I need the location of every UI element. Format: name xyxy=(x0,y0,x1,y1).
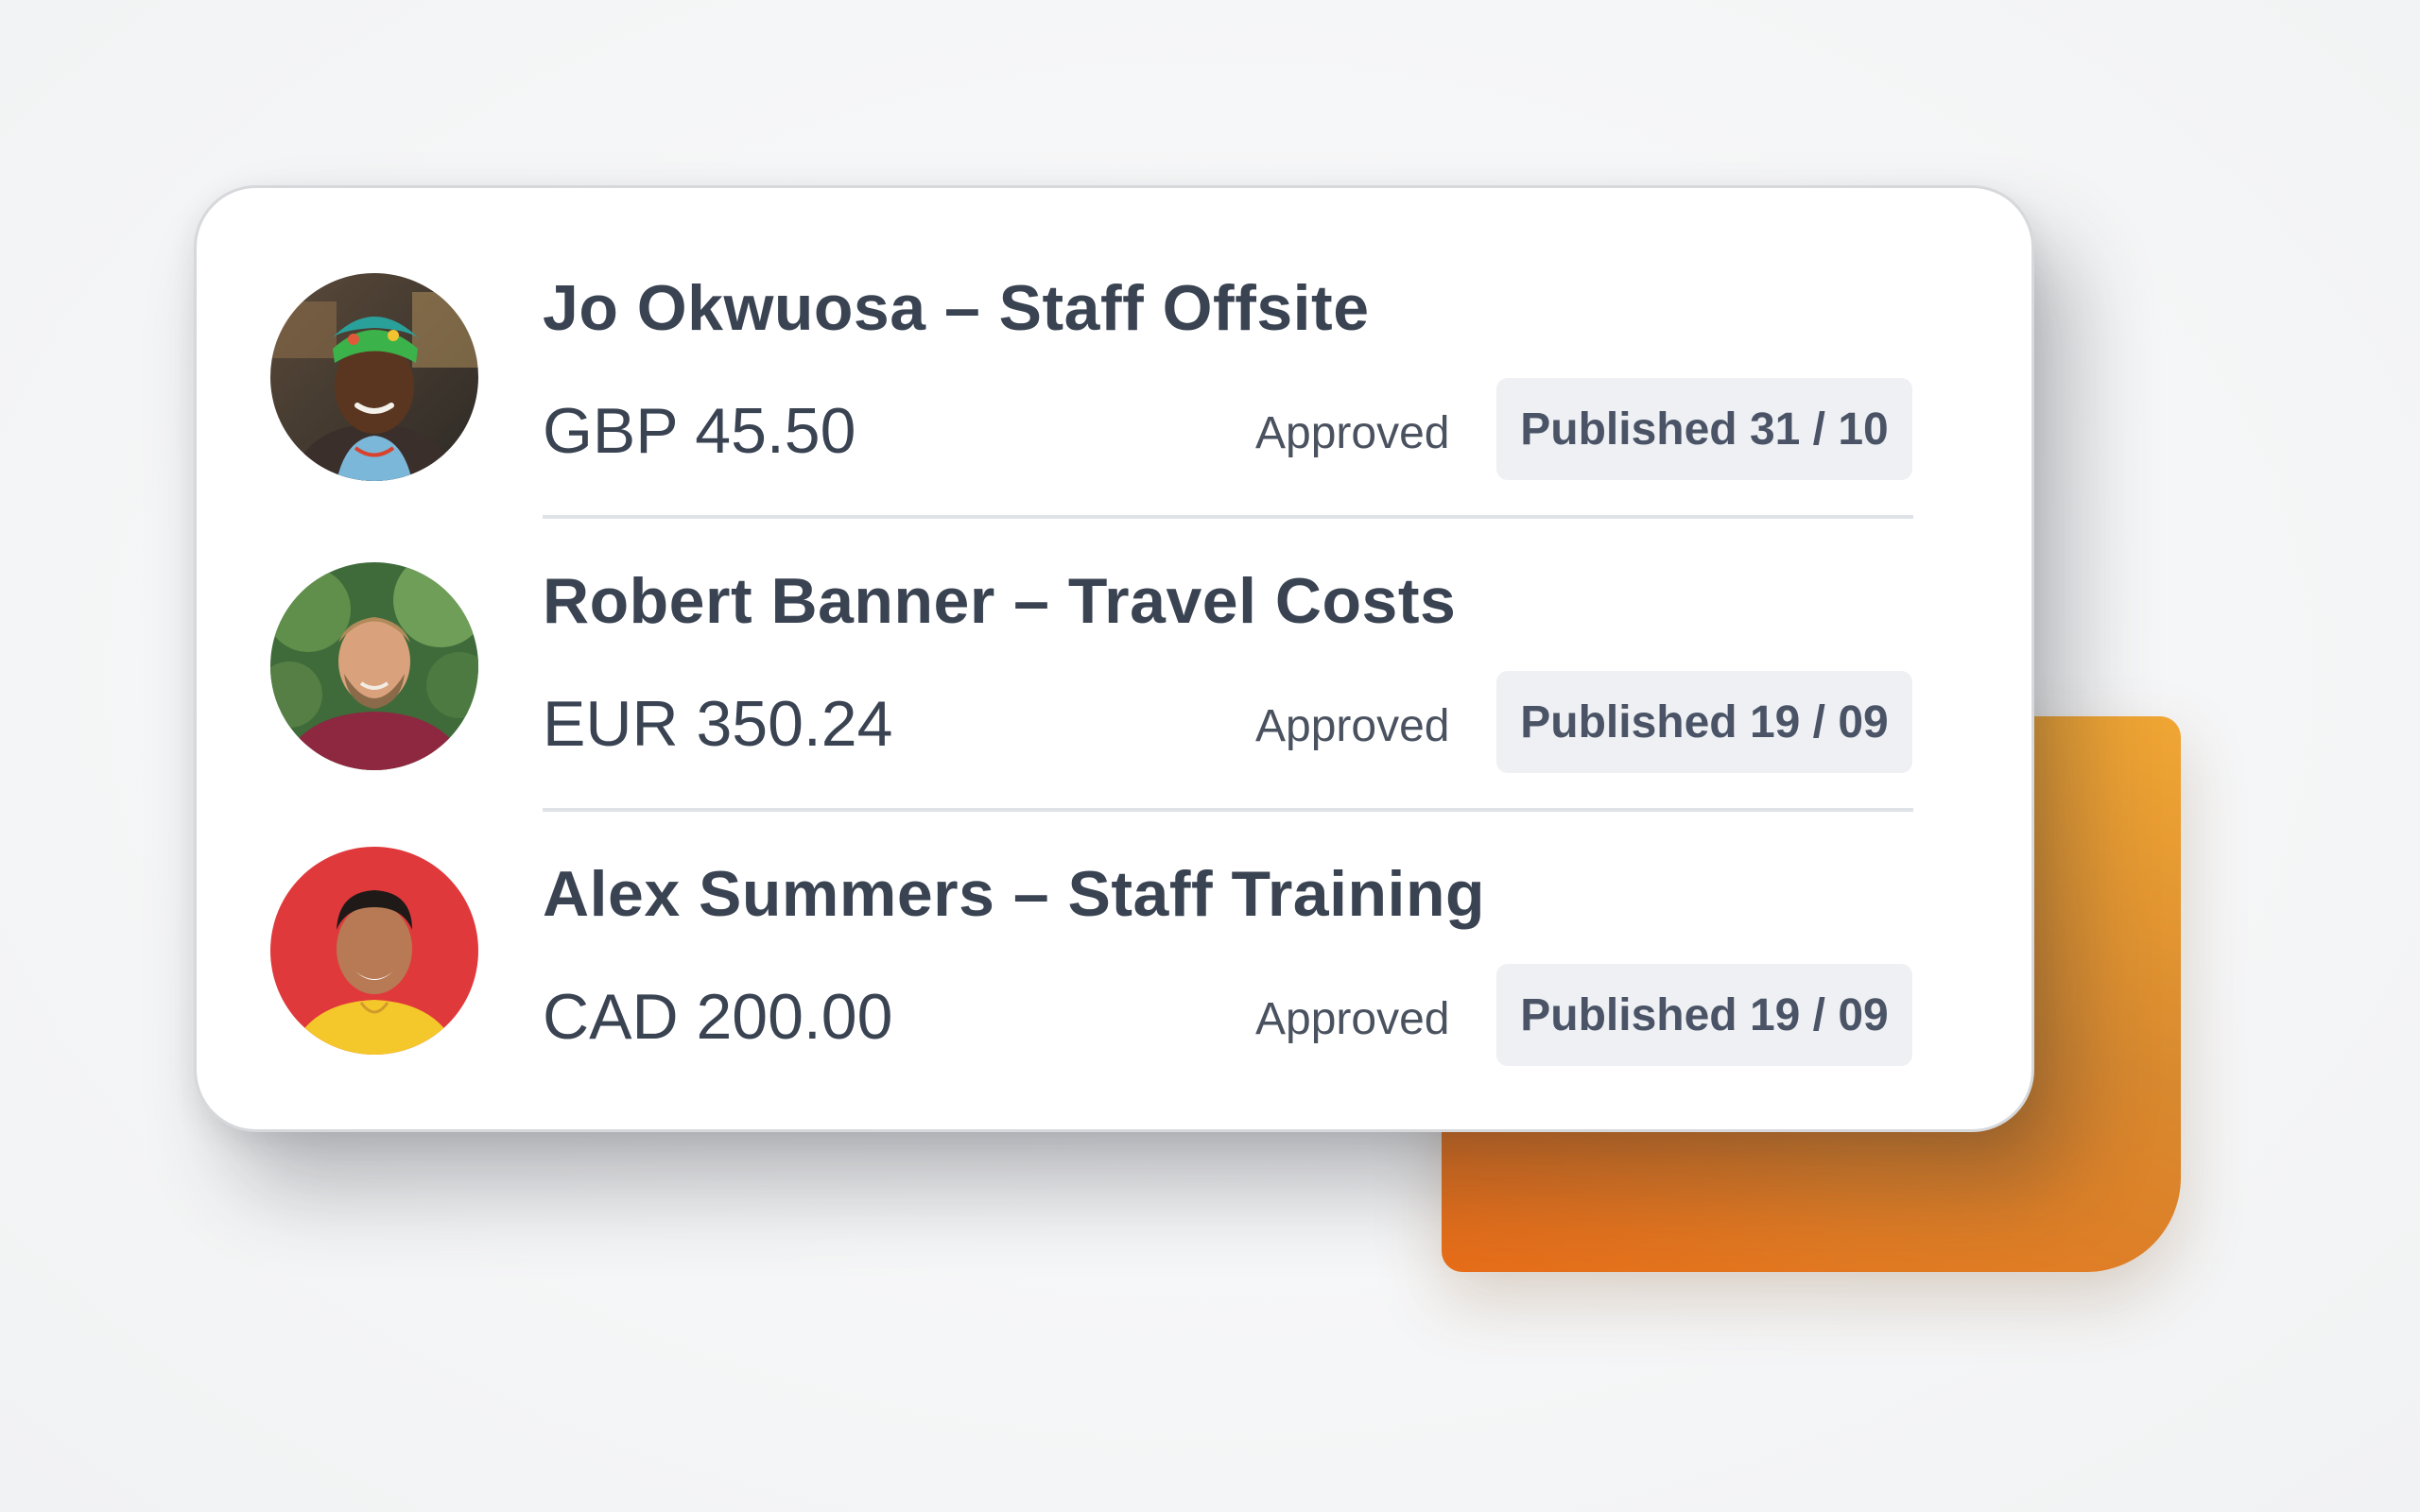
avatar xyxy=(270,562,478,770)
status-label: Approved xyxy=(1255,701,1450,751)
alex-summers-avatar-icon xyxy=(270,847,478,1055)
expense-amount: EUR 350.24 xyxy=(543,688,893,760)
expense-title: Alex Summers – Staff Training xyxy=(543,858,1486,930)
published-badge[interactable]: Published 31 / 10 xyxy=(1496,378,1912,480)
expense-title: Jo Okwuosa – Staff Offsite xyxy=(543,272,1370,344)
expense-amount: GBP 45.50 xyxy=(543,395,856,467)
status-label: Approved xyxy=(1255,408,1450,458)
robert-banner-avatar-icon xyxy=(270,562,478,770)
avatar xyxy=(270,847,478,1055)
status-label: Approved xyxy=(1255,994,1450,1044)
avatar xyxy=(270,273,478,481)
expense-row[interactable]: Robert Banner – Travel Costs EUR 350.24 … xyxy=(197,481,2031,812)
expense-list-card: Jo Okwuosa – Staff Offsite GBP 45.50 App… xyxy=(194,185,2034,1132)
expense-row[interactable]: Jo Okwuosa – Staff Offsite GBP 45.50 App… xyxy=(197,188,2031,519)
expense-row[interactable]: Alex Summers – Staff Training CAD 200.00… xyxy=(197,774,2031,1067)
background: Jo Okwuosa – Staff Offsite GBP 45.50 App… xyxy=(0,0,2420,1512)
published-badge[interactable]: Published 19 / 09 xyxy=(1496,671,1912,773)
published-badge[interactable]: Published 19 / 09 xyxy=(1496,964,1912,1066)
expense-amount: CAD 200.00 xyxy=(543,981,893,1053)
expense-title: Robert Banner – Travel Costs xyxy=(543,565,1457,637)
jo-okwuosa-avatar-icon xyxy=(270,273,478,481)
